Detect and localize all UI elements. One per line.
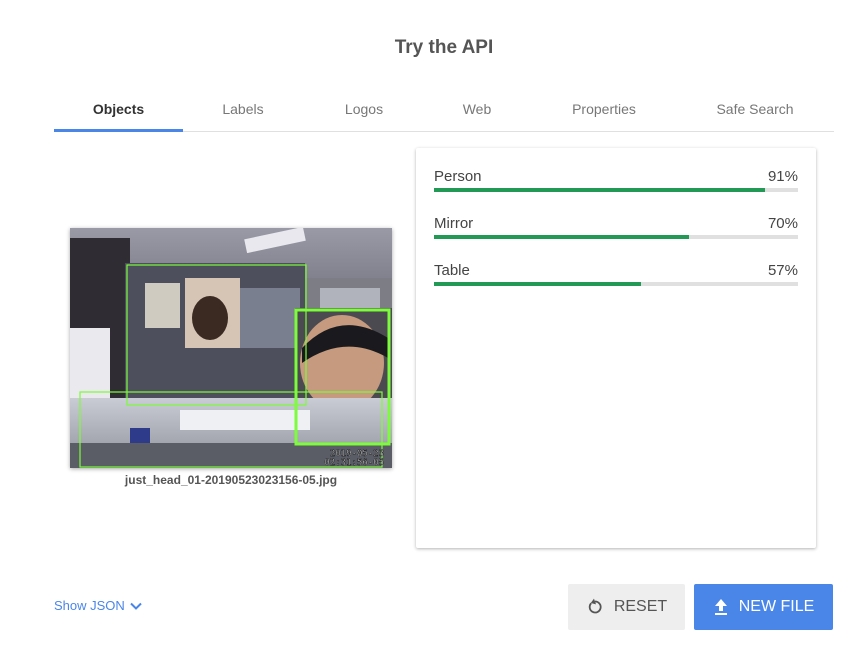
- confidence-fill: [434, 188, 766, 192]
- tab-safe-search[interactable]: Safe Search: [705, 92, 805, 132]
- result-row-person: Person 91%: [434, 168, 798, 208]
- image-filename: just_head_01-20190523023156-05.jpg: [124, 473, 338, 487]
- analyzed-image: 2019-05-23 02:31:56-05: [70, 228, 392, 468]
- show-json-toggle[interactable]: Show JSON: [54, 598, 143, 613]
- result-percent: 57%: [767, 262, 798, 279]
- tab-web[interactable]: Web: [437, 92, 517, 132]
- result-label: Mirror: [434, 215, 474, 232]
- confidence-bar: [434, 188, 798, 192]
- tab-bar: Objects Labels Logos Web Properties Safe…: [54, 92, 834, 132]
- reset-label: RESET: [613, 598, 668, 615]
- result-percent: 91%: [767, 168, 798, 185]
- timestamp-time: 02:31:56-05: [324, 458, 384, 468]
- tab-properties[interactable]: Properties: [554, 92, 654, 132]
- confidence-bar: [434, 235, 798, 239]
- tab-logos[interactable]: Logos: [324, 92, 404, 132]
- office-photo: 2019-05-23 02:31:56-05: [70, 228, 392, 468]
- show-json-label: Show JSON: [54, 598, 125, 613]
- new-file-button[interactable]: NEW FILE: [694, 584, 833, 630]
- chevron-down-icon: [130, 602, 142, 610]
- tab-objects[interactable]: Objects: [54, 92, 183, 132]
- results-panel: Person 91% Mirror 70% Table 57%: [416, 148, 816, 548]
- new-file-label: NEW FILE: [738, 598, 815, 615]
- reset-button[interactable]: RESET: [568, 584, 685, 630]
- reset-icon: [588, 598, 602, 614]
- confidence-fill: [434, 235, 689, 239]
- result-percent: 70%: [767, 215, 798, 232]
- result-label: Person: [434, 168, 482, 185]
- result-row-mirror: Mirror 70%: [434, 215, 798, 255]
- result-row-table: Table 57%: [434, 262, 798, 302]
- confidence-bar: [434, 282, 798, 286]
- confidence-fill: [434, 282, 642, 286]
- tab-labels[interactable]: Labels: [203, 92, 283, 132]
- page-title: Try the API: [394, 37, 494, 58]
- upload-icon: [714, 599, 727, 615]
- result-label: Table: [434, 262, 470, 279]
